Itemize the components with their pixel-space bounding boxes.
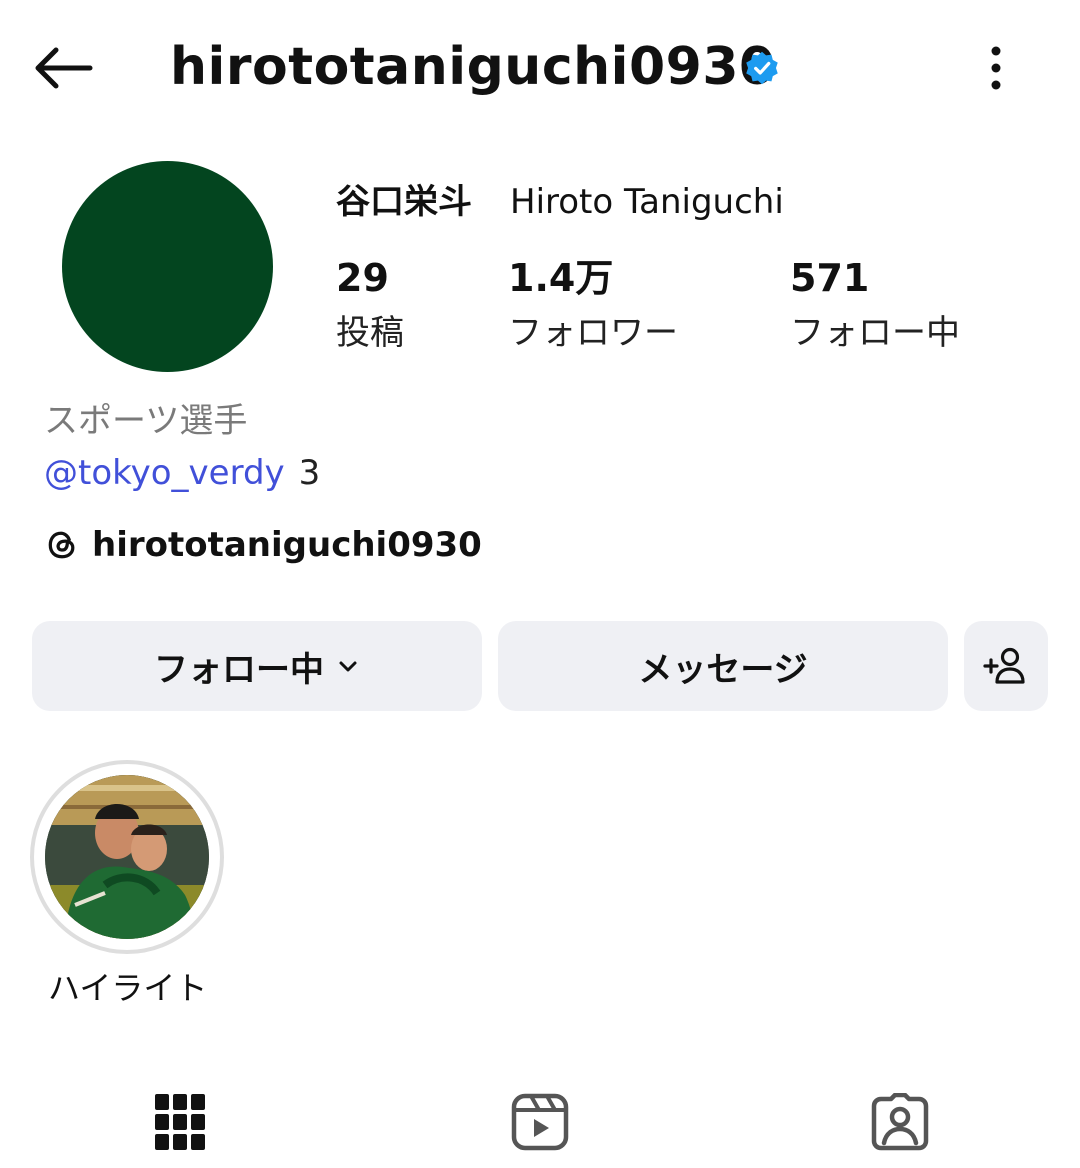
tagged-icon <box>871 1093 929 1151</box>
stat-followers-label: フォロワー <box>508 313 678 353</box>
top-bar: hirototaniguchi0930 <box>0 0 1080 140</box>
back-arrow-icon <box>35 47 93 89</box>
reels-icon <box>511 1093 569 1151</box>
back-button[interactable] <box>30 40 96 96</box>
bio-mention-link[interactable]: @tokyo_verdy <box>44 453 285 493</box>
bio-mention-line: @tokyo_verdy 3 <box>44 450 320 496</box>
verified-badge-icon <box>746 51 778 85</box>
stat-posts[interactable]: 29 投稿 <box>336 256 404 358</box>
stat-following-value: 571 <box>790 256 870 300</box>
highlight-label: ハイライト <box>48 969 208 1007</box>
message-button-label: メッセージ <box>638 649 808 690</box>
stat-followers-value: 1.4万 <box>508 256 614 300</box>
bio-mention-count[interactable]: 3 <box>299 453 321 493</box>
display-name-en: Hiroto Taniguchi <box>510 182 784 222</box>
add-person-icon <box>983 647 1025 684</box>
highlight-ring <box>30 760 224 954</box>
stat-following-label: フォロー中 <box>790 313 960 353</box>
stat-posts-value: 29 <box>336 256 389 300</box>
more-vertical-icon <box>991 46 1001 90</box>
following-button[interactable]: フォロー中 <box>32 621 482 711</box>
profile-avatar[interactable] <box>62 161 273 372</box>
following-button-label: フォロー中 <box>154 649 324 690</box>
tab-posts-grid[interactable] <box>140 1082 220 1162</box>
profile-category: スポーツ選手 <box>44 401 248 441</box>
threads-icon <box>48 531 75 559</box>
tab-reels[interactable] <box>500 1082 580 1162</box>
page-title-username: hirototaniguchi0930 <box>170 37 776 97</box>
message-button[interactable]: メッセージ <box>498 621 948 711</box>
tab-tagged[interactable] <box>860 1082 940 1162</box>
threads-handle: hirototaniguchi0930 <box>92 525 482 565</box>
display-name-jp: 谷口栄斗 <box>336 182 472 222</box>
display-name: 谷口栄斗 Hiroto Taniguchi <box>336 178 784 226</box>
story-highlight[interactable]: ハイライト <box>30 760 226 1007</box>
more-options-button[interactable] <box>972 40 1020 96</box>
threads-link[interactable]: hirototaniguchi0930 <box>44 522 482 568</box>
grid-icon <box>155 1094 205 1150</box>
stat-following[interactable]: 571 フォロー中 <box>790 256 960 358</box>
profile-tab-bar <box>0 1070 1080 1168</box>
stat-posts-label: 投稿 <box>336 313 404 353</box>
stat-followers[interactable]: 1.4万 フォロワー <box>508 256 678 358</box>
suggest-users-button[interactable] <box>964 621 1048 711</box>
chevron-down-icon <box>339 661 357 672</box>
highlight-cover-image <box>45 775 209 939</box>
